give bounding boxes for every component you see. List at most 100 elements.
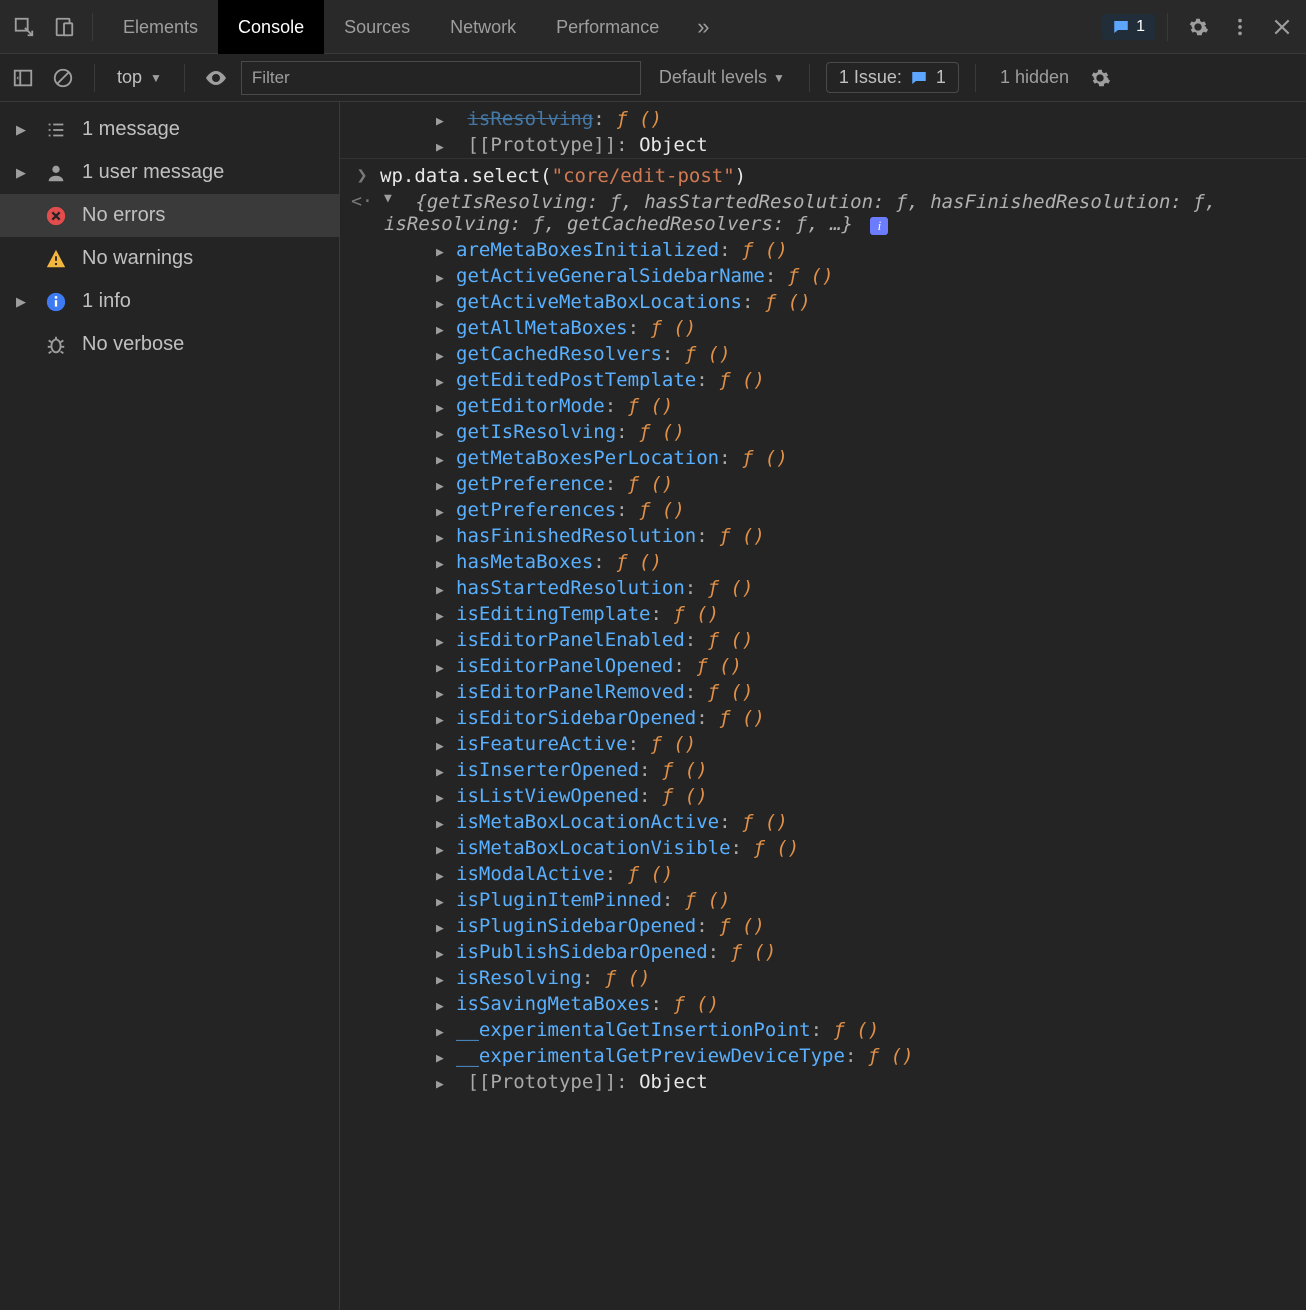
- context-selector[interactable]: top ▼: [111, 65, 168, 90]
- expand-icon[interactable]: [436, 140, 448, 155]
- expand-icon[interactable]: [436, 843, 448, 858]
- sidebar-item-user[interactable]: ▶1 user message: [0, 151, 339, 194]
- expand-icon[interactable]: ▶: [16, 165, 30, 181]
- expand-icon[interactable]: [436, 687, 448, 702]
- console-command[interactable]: ❯ wp.data.select("core/edit-post"): [340, 158, 1306, 189]
- object-property[interactable]: isListViewOpened: ƒ (): [340, 783, 1306, 809]
- expand-icon[interactable]: [436, 791, 448, 806]
- object-property[interactable]: isMetaBoxLocationVisible: ƒ (): [340, 835, 1306, 861]
- object-property[interactable]: getPreferences: ƒ (): [340, 497, 1306, 523]
- object-property[interactable]: isInserterOpened: ƒ (): [340, 757, 1306, 783]
- expand-icon[interactable]: [436, 505, 448, 520]
- eye-icon[interactable]: [201, 63, 231, 93]
- object-property[interactable]: getMetaBoxesPerLocation: ƒ (): [340, 445, 1306, 471]
- info-badge-icon[interactable]: i: [870, 217, 888, 235]
- more-tabs[interactable]: »: [683, 0, 723, 54]
- tab-console[interactable]: Console: [218, 0, 324, 54]
- expand-icon[interactable]: [436, 479, 448, 494]
- clear-console-icon[interactable]: [48, 63, 78, 93]
- object-property[interactable]: isEditorPanelEnabled: ƒ (): [340, 627, 1306, 653]
- sidebar-item-info[interactable]: ▶1 info: [0, 280, 339, 323]
- object-property[interactable]: getAllMetaBoxes: ƒ (): [340, 315, 1306, 341]
- expand-icon[interactable]: [436, 245, 448, 260]
- console-result[interactable]: <· {getIsResolving: ƒ, hasStartedResolut…: [340, 189, 1306, 237]
- expand-icon[interactable]: [436, 895, 448, 910]
- expand-icon[interactable]: [436, 713, 448, 728]
- object-property[interactable]: getActiveGeneralSidebarName: ƒ (): [340, 263, 1306, 289]
- expand-icon[interactable]: [436, 427, 448, 442]
- object-property[interactable]: isPluginItemPinned: ƒ (): [340, 887, 1306, 913]
- sidebar-item-warning[interactable]: No warnings: [0, 237, 339, 280]
- expand-icon[interactable]: [436, 114, 448, 129]
- expand-icon[interactable]: [436, 973, 448, 988]
- expand-icon[interactable]: [436, 1077, 448, 1092]
- log-levels-selector[interactable]: Default levels ▼: [651, 67, 793, 88]
- object-property[interactable]: __experimentalGetInsertionPoint: ƒ (): [340, 1017, 1306, 1043]
- expand-icon[interactable]: [436, 271, 448, 286]
- object-property[interactable]: isPluginSidebarOpened: ƒ (): [340, 913, 1306, 939]
- object-property[interactable]: isResolving: ƒ (): [340, 965, 1306, 991]
- sidebar-item-error[interactable]: No errors: [0, 194, 339, 237]
- object-property[interactable]: isSavingMetaBoxes: ƒ (): [340, 991, 1306, 1017]
- object-property[interactable]: isEditorPanelOpened: ƒ (): [340, 653, 1306, 679]
- expand-icon[interactable]: [436, 661, 448, 676]
- gear-icon[interactable]: [1085, 63, 1115, 93]
- tab-performance[interactable]: Performance: [536, 0, 679, 54]
- expand-icon[interactable]: [436, 765, 448, 780]
- object-property[interactable]: isPublishSidebarOpened: ƒ (): [340, 939, 1306, 965]
- object-property[interactable]: hasMetaBoxes: ƒ (): [340, 549, 1306, 575]
- expand-icon[interactable]: ▶: [16, 122, 30, 138]
- expand-icon[interactable]: [436, 1025, 448, 1040]
- object-property[interactable]: isEditingTemplate: ƒ (): [340, 601, 1306, 627]
- object-property[interactable]: hasFinishedResolution: ƒ (): [340, 523, 1306, 549]
- expand-icon[interactable]: [436, 817, 448, 832]
- object-property[interactable]: getIsResolving: ƒ (): [340, 419, 1306, 445]
- sidebar-item-list[interactable]: ▶1 message: [0, 108, 339, 151]
- expand-icon[interactable]: [436, 921, 448, 936]
- object-property[interactable]: getActiveMetaBoxLocations: ƒ (): [340, 289, 1306, 315]
- issues-chat-badge[interactable]: 1: [1102, 14, 1155, 40]
- expand-icon[interactable]: [436, 999, 448, 1014]
- close-icon[interactable]: [1264, 9, 1300, 45]
- object-property[interactable]: getCachedResolvers: ƒ (): [340, 341, 1306, 367]
- object-property[interactable]: isEditorSidebarOpened: ƒ (): [340, 705, 1306, 731]
- object-property[interactable]: getPreference: ƒ (): [340, 471, 1306, 497]
- expand-icon[interactable]: [436, 323, 448, 338]
- object-property[interactable]: __experimentalGetPreviewDeviceType: ƒ (): [340, 1043, 1306, 1069]
- tab-sources[interactable]: Sources: [324, 0, 430, 54]
- expand-icon[interactable]: [436, 349, 448, 364]
- object-property[interactable]: isMetaBoxLocationActive: ƒ (): [340, 809, 1306, 835]
- expand-icon[interactable]: [436, 401, 448, 416]
- filter-input[interactable]: [241, 61, 641, 95]
- object-property[interactable]: getEditorMode: ƒ (): [340, 393, 1306, 419]
- gear-icon[interactable]: [1180, 9, 1216, 45]
- expand-icon[interactable]: [436, 531, 448, 546]
- expand-icon[interactable]: [436, 297, 448, 312]
- object-property[interactable]: areMetaBoxesInitialized: ƒ (): [340, 237, 1306, 263]
- expand-icon[interactable]: [436, 453, 448, 468]
- expand-icon[interactable]: [436, 609, 448, 624]
- expand-icon[interactable]: [436, 635, 448, 650]
- expand-icon[interactable]: [436, 739, 448, 754]
- expand-icon[interactable]: ▶: [16, 294, 30, 310]
- expand-icon[interactable]: [436, 583, 448, 598]
- collapse-icon[interactable]: [384, 191, 396, 206]
- object-property[interactable]: getEditedPostTemplate: ƒ (): [340, 367, 1306, 393]
- issues-button[interactable]: 1 Issue: 1: [826, 62, 959, 93]
- object-property[interactable]: isFeatureActive: ƒ (): [340, 731, 1306, 757]
- object-property[interactable]: isEditorPanelRemoved: ƒ (): [340, 679, 1306, 705]
- object-property[interactable]: hasStartedResolution: ƒ (): [340, 575, 1306, 601]
- expand-icon[interactable]: [436, 869, 448, 884]
- expand-icon[interactable]: [436, 375, 448, 390]
- kebab-menu-icon[interactable]: [1222, 9, 1258, 45]
- expand-icon[interactable]: [436, 1051, 448, 1066]
- tab-network[interactable]: Network: [430, 0, 536, 54]
- expand-icon[interactable]: [436, 947, 448, 962]
- device-toolbar-icon[interactable]: [46, 9, 82, 45]
- expand-icon[interactable]: [436, 557, 448, 572]
- sidebar-toggle-icon[interactable]: [8, 63, 38, 93]
- sidebar-item-bug[interactable]: No verbose: [0, 323, 339, 366]
- object-property[interactable]: isModalActive: ƒ (): [340, 861, 1306, 887]
- inspect-icon[interactable]: [6, 9, 42, 45]
- tab-elements[interactable]: Elements: [103, 0, 218, 54]
